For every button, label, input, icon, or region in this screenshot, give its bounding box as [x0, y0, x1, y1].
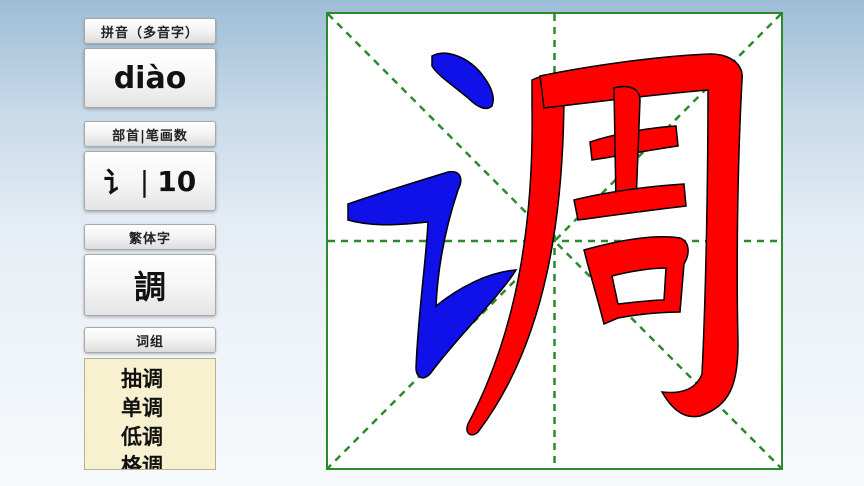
radical-strokes-box[interactable]: 讠 | 10 [84, 151, 216, 211]
radical-strokes-label: 部首|笔画数 [84, 121, 216, 147]
word-item[interactable]: 抽调 [121, 365, 215, 394]
pinyin-value: diào [113, 60, 187, 96]
body-top-and-right-stroke [539, 53, 743, 418]
writing-grid-canvas [328, 14, 781, 468]
words-list: 抽调 单调 低调 格调 [85, 365, 215, 469]
word-item[interactable]: 低调 [121, 423, 215, 452]
stroke-count-value: 10 [157, 164, 197, 198]
pinyin-label: 拼音（多音字） [84, 18, 216, 44]
words-list-box[interactable]: 抽调 单调 低调 格调 [84, 358, 216, 470]
inner-box-stroke [583, 236, 689, 326]
character-diao [347, 52, 743, 436]
pinyin-value-box[interactable]: diào [84, 48, 216, 108]
radical-hook-stroke [347, 170, 518, 379]
words-label: 词组 [84, 327, 216, 353]
radical-value: 讠 [103, 166, 132, 199]
traditional-label: 繁体字 [84, 224, 216, 250]
radical-dot-stroke [431, 52, 494, 110]
traditional-value: 調 [133, 268, 166, 306]
word-item[interactable]: 格调 [121, 452, 215, 469]
body-left-stroke [466, 75, 565, 436]
writing-grid [326, 12, 783, 470]
radical-separator: | [139, 164, 150, 198]
traditional-value-box[interactable]: 調 [84, 254, 216, 316]
word-item[interactable]: 单调 [121, 394, 215, 423]
inner-horizontal-bottom [573, 183, 687, 221]
